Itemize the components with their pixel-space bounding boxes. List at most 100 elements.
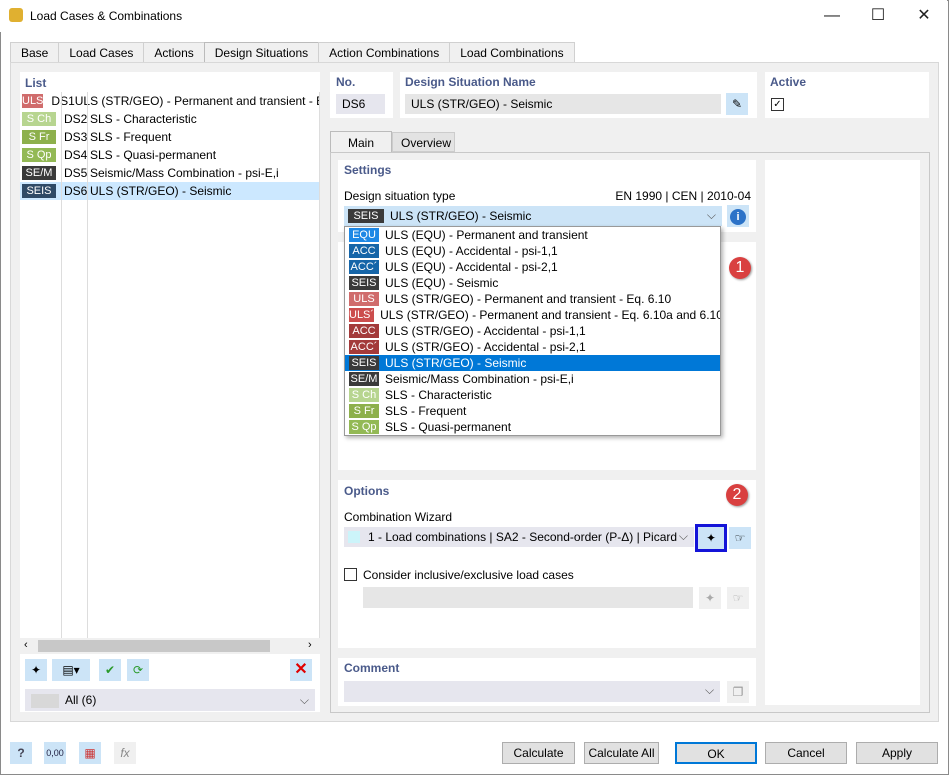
list-item[interactable]: SE/M DS5 Seismic/Mass Combination - psi-E,… [20, 164, 319, 182]
situation-badge: ULS [22, 94, 44, 108]
dropdown-option[interactable]: S Fr SLS - Frequent [345, 403, 720, 419]
minimize-button[interactable]: — [822, 6, 842, 26]
scrollbar-thumb[interactable] [38, 640, 270, 652]
option-badge: SE/M [349, 372, 379, 386]
close-button[interactable]: ✕ [914, 6, 934, 26]
number-field[interactable]: DS6 [336, 94, 385, 114]
dropdown-option[interactable]: ACC´ ULS (EQU) - Accidental - psi-2,1 [345, 259, 720, 275]
new-inclusive-button[interactable]: ✦ [699, 587, 721, 609]
settings-label: Settings [344, 163, 392, 177]
horizontal-scrollbar[interactable]: ‹ › [20, 638, 320, 654]
comment-field[interactable] [344, 681, 720, 702]
scroll-left-icon[interactable]: ‹ [24, 639, 28, 651]
display-settings-icon[interactable]: ▦ [79, 742, 101, 764]
dropdown-option[interactable]: SEIS ULS (EQU) - Seismic [345, 275, 720, 291]
info-button[interactable]: i [727, 205, 749, 227]
situation-badge: SE/M [22, 166, 56, 180]
edit-combination-wizard-button[interactable]: ☞ [729, 527, 751, 549]
new-combination-wizard-button[interactable]: ✦ [695, 524, 727, 552]
ok-button[interactable]: OK [675, 742, 757, 764]
option-label: ULS (STR/GEO) - Accidental - psi-1,1 [385, 324, 586, 338]
window-title: Load Cases & Combinations [30, 9, 183, 23]
comment-panel: Comment ⌵ ❐ [338, 658, 756, 706]
option-badge: SEIS [349, 356, 379, 370]
inclusive-dropdown[interactable] [363, 587, 693, 608]
option-label: ULS (STR/GEO) - Permanent and transient … [385, 292, 672, 306]
option-label: ULS (EQU) - Accidental - psi-1,1 [385, 244, 558, 258]
tab-main[interactable]: Main [330, 131, 392, 153]
copy-item-dropdown-button[interactable]: ▤▾ [52, 659, 90, 681]
option-badge: S Qp [349, 420, 379, 434]
inclusive-checkbox[interactable] [344, 568, 357, 581]
situation-name: SLS - Quasi-permanent [90, 148, 217, 162]
option-label: ULS (EQU) - Permanent and transient [385, 228, 588, 242]
option-label: Seismic/Mass Combination - psi-E,i [385, 372, 574, 386]
list-item[interactable]: SEIS DS6 ULS (STR/GEO) - Seismic [20, 182, 319, 200]
tab-overview[interactable]: Overview [392, 132, 455, 152]
option-label: SLS - Frequent [385, 404, 467, 418]
dropdown-option[interactable]: ACC ULS (STR/GEO) - Accidental - psi-1,1 [345, 323, 720, 339]
units-icon[interactable]: 0,00 [44, 742, 66, 764]
option-badge: ACC [349, 324, 379, 338]
new-item-button[interactable]: ✦ [25, 659, 47, 681]
filter-dropdown[interactable]: All (6) ⌵ [25, 689, 315, 711]
dropdown-option[interactable]: EQU ULS (EQU) - Permanent and transient [345, 227, 720, 243]
active-panel: Active ✓ [765, 72, 929, 118]
active-checkbox[interactable]: ✓ [771, 98, 784, 111]
calculate-button[interactable]: Calculate [502, 742, 575, 764]
tab-action-combinations[interactable]: Action Combinations [318, 42, 451, 63]
list-panel: List ULS DS1 ULS (STR/GEO) - Permanent and… [20, 72, 320, 712]
number-label: No. [336, 75, 356, 89]
cancel-button[interactable]: Cancel [765, 742, 847, 764]
option-badge: S Ch [349, 388, 379, 402]
apply-button[interactable]: Apply [856, 742, 938, 764]
tab-load-cases[interactable]: Load Cases [58, 42, 145, 63]
renumber-button[interactable]: ⟳ [127, 659, 149, 681]
dropdown-option[interactable]: ULS´ ULS (STR/GEO) - Permanent and transi… [345, 307, 720, 323]
dropdown-option[interactable]: ULS ULS (STR/GEO) - Permanent and transie… [345, 291, 720, 307]
dropdown-option[interactable]: S Qp SLS - Quasi-permanent [345, 419, 720, 435]
list-item[interactable]: S Qp DS4 SLS - Quasi-permanent [20, 146, 319, 164]
scroll-right-icon[interactable]: › [308, 639, 312, 651]
tab-actions[interactable]: Actions [143, 42, 205, 63]
design-situation-type-dropdown[interactable]: SEIS ULS (STR/GEO) - Seismic ⌵ [344, 206, 722, 226]
function-icon[interactable]: fx [114, 742, 136, 764]
dropdown-option[interactable]: SEIS ULS (STR/GEO) - Seismic [345, 355, 720, 371]
option-badge: S Fr [349, 404, 379, 418]
chevron-down-icon: ⌵ [299, 693, 309, 707]
app-icon [9, 8, 23, 22]
edit-inclusive-button[interactable]: ☞ [727, 587, 749, 609]
inclusive-label: Consider inclusive/exclusive load cases [363, 568, 574, 582]
dropdown-option[interactable]: SE/M Seismic/Mass Combination - psi-E,i [345, 371, 720, 387]
dropdown-option[interactable]: ACC´ ULS (STR/GEO) - Accidental - psi-2,1 [345, 339, 720, 355]
edit-name-icon[interactable]: ✎ [726, 93, 748, 115]
tab-load-combinations[interactable]: Load Combinations [449, 42, 575, 63]
dropdown-option[interactable]: ACC ULS (EQU) - Accidental - psi-1,1 [345, 243, 720, 259]
tab-base[interactable]: Base [10, 42, 60, 63]
copy-comment-button[interactable]: ❐ [727, 681, 749, 703]
tab-design-situations[interactable]: Design Situations [203, 42, 320, 64]
option-badge: ACC´ [349, 340, 379, 354]
combination-wizard-dropdown[interactable]: 1 - Load combinations | SA2 - Second-ord… [344, 527, 694, 547]
help-icon[interactable]: ? [10, 742, 32, 764]
list-item[interactable]: S Ch DS2 SLS - Characteristic [20, 110, 319, 128]
info-icon: i [730, 209, 746, 225]
list-label: List [25, 76, 47, 90]
name-field[interactable]: ULS (STR/GEO) - Seismic [405, 94, 721, 114]
situation-badge: S Fr [22, 130, 56, 144]
situation-name: SLS - Frequent [90, 130, 172, 144]
calculate-all-button[interactable]: Calculate All [584, 742, 659, 764]
delete-button[interactable]: ✕ [290, 659, 312, 681]
situation-name: SLS - Characteristic [90, 112, 197, 126]
options-panel: Options Combination Wizard 1 - Load comb… [338, 480, 756, 648]
dropdown-option[interactable]: S Ch SLS - Characteristic [345, 387, 720, 403]
standard-label: EN 1990 | CEN | 2010-04 [615, 189, 751, 203]
situation-badge: S Ch [22, 112, 56, 126]
check-all-button[interactable]: ✔ [99, 659, 121, 681]
option-label: ULS (EQU) - Accidental - psi-2,1 [385, 260, 558, 274]
list-item[interactable]: S Fr DS3 SLS - Frequent [20, 128, 319, 146]
active-label: Active [770, 75, 807, 89]
combination-wizard-value: 1 - Load combinations | SA2 - Second-ord… [368, 530, 678, 544]
maximize-button[interactable]: ☐ [868, 6, 888, 26]
list-item[interactable]: ULS DS1 ULS (STR/GEO) - Permanent and tran… [20, 92, 319, 110]
